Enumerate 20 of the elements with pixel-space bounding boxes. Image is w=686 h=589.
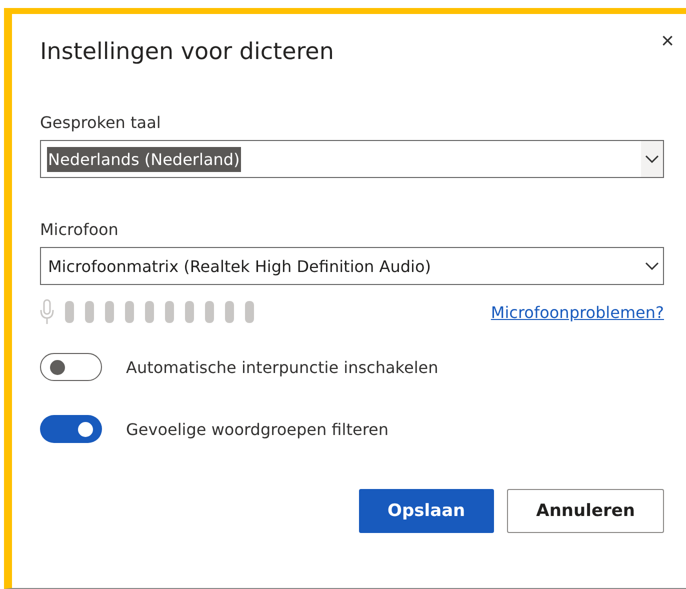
field-label: Microfoon: [40, 220, 120, 239]
dropdown-value: Microfoonmatrix (Realtek High Definition Audio): [47, 256, 432, 278]
sound-level-icon: [65, 301, 254, 323]
field-label: Gesproken taal: [40, 113, 162, 132]
toggle-label: Automatische interpunctie inschakelen: [126, 358, 438, 376]
microphone-icon: [40, 299, 54, 325]
dropdown[interactable]: Microfoonmatrix (Realtek High Definition Audio): [40, 247, 664, 285]
dropdown-toggle[interactable]: [641, 141, 663, 177]
toggle-switch[interactable]: [40, 353, 102, 381]
dropdown[interactable]: Nederlands (Nederland): [40, 140, 664, 178]
dropdown-value: Nederlands (Nederland): [47, 146, 241, 172]
save-button[interactable]: Opslaan: [358, 489, 494, 533]
troubleshoot-link[interactable]: Microfoonproblemen?: [490, 302, 664, 322]
chevron-down-icon: [645, 262, 659, 270]
toggle-switch[interactable]: [40, 415, 102, 443]
toggle-label: Gevoelige woordgroepen filteren: [126, 420, 389, 438]
cancel-button[interactable]: Annuleren: [507, 489, 664, 533]
chevron-down-icon: [645, 155, 659, 163]
close-button[interactable]: ×: [657, 28, 678, 54]
dialog-title: Instellingen voor dicteren: [40, 39, 335, 65]
